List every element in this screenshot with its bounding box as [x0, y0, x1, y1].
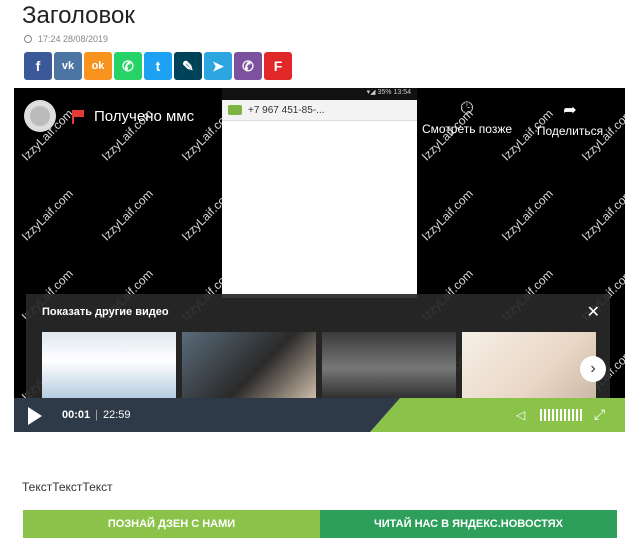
video-thumbnail[interactable]: [322, 332, 456, 404]
whatsapp-share-button[interactable]: ✆: [114, 52, 142, 80]
twitter-icon: t: [155, 58, 161, 74]
duration: 22:59: [103, 409, 131, 421]
clock-icon: 🕒︎: [460, 100, 474, 117]
watermark-text: IzzyLaif.com: [418, 186, 476, 244]
volume-slider[interactable]: [540, 409, 582, 421]
vk-share-button[interactable]: vk: [54, 52, 82, 80]
watermark-text: IzzyLaif.com: [498, 186, 556, 244]
viber-icon: ✆: [242, 57, 254, 74]
video-phone-frame: ▾◢ 35% 13:54 +7 967 451-85-...: [222, 88, 417, 298]
share-video-button[interactable]: ➦ Поделиться: [520, 100, 620, 138]
telegram-icon: ➤: [212, 57, 224, 74]
whatsapp-icon: ✆: [122, 57, 134, 74]
phone-header: +7 967 451-85-...: [222, 100, 417, 121]
zen-button[interactable]: ПОЗНАЙ ДЗЕН С НАМИ: [23, 510, 320, 538]
flipboard-icon: F: [273, 58, 283, 74]
share-bar: f vk ok ✆ t ✎ ➤ ✆ F: [24, 52, 292, 80]
facebook-share-button[interactable]: f: [24, 52, 52, 80]
twitter-share-button[interactable]: t: [144, 52, 172, 80]
telegram-share-button[interactable]: ➤: [204, 52, 232, 80]
play-icon[interactable]: [28, 407, 42, 425]
watch-later-button[interactable]: 🕒︎ Смотреть позже: [417, 100, 517, 136]
current-time: 00:01: [62, 409, 91, 421]
flipboard-share-button[interactable]: F: [264, 52, 292, 80]
more-videos-panel: Показать другие видео ✕ ›: [26, 294, 610, 404]
clock-icon: [24, 35, 32, 43]
video-player[interactable]: IzzyLaif.com IzzyLaif.com IzzyLaif.com Izzy…: [14, 88, 625, 432]
article-meta: 17:24 28/08/2019: [24, 34, 108, 44]
yandex-news-button[interactable]: ЧИТАЙ НАС В ЯНДЕКС.НОВОСТЯХ: [320, 510, 617, 538]
player-control-bar: 00:01 | 22:59 ◁ ⤢: [14, 398, 625, 432]
viber-share-button[interactable]: ✆: [234, 52, 262, 80]
ok-share-button[interactable]: ok: [84, 52, 112, 80]
watch-later-label: Смотреть позже: [421, 122, 513, 136]
video-title[interactable]: Получено ммс: [94, 108, 194, 125]
livejournal-share-button[interactable]: ✎: [174, 52, 202, 80]
fullscreen-icon[interactable]: ⤢: [594, 406, 605, 423]
share-arrow-icon: ➦: [563, 102, 577, 119]
video-thumbnail[interactable]: [462, 332, 596, 404]
watermark-text: IzzyLaif.com: [98, 186, 156, 244]
share-video-label: Поделиться: [536, 124, 604, 138]
watermark-text: IzzyLaif.com: [18, 186, 76, 244]
article-datetime: 17:24 28/08/2019: [38, 34, 109, 44]
chevron-right-icon[interactable]: ›: [580, 356, 606, 382]
close-icon[interactable]: ✕: [587, 302, 600, 322]
vk-icon: vk: [61, 60, 75, 72]
watermark-text: IzzyLaif.com: [578, 186, 625, 244]
phone-status-bar: ▾◢ 35% 13:54: [222, 88, 417, 100]
sms-icon: [228, 105, 242, 115]
more-videos-title: Показать другие видео: [42, 306, 169, 318]
video-thumbnails: [42, 332, 596, 404]
control-bar-accent: [370, 398, 625, 432]
time-display: 00:01 | 22:59: [62, 409, 131, 421]
facebook-icon: f: [35, 58, 41, 74]
article-body: ТекстТекстТекст: [22, 480, 113, 494]
phone-number: +7 967 451-85-...: [248, 104, 325, 116]
page-title: Заголовок: [22, 2, 135, 29]
channel-avatar[interactable]: [24, 100, 56, 132]
video-thumbnail[interactable]: [42, 332, 176, 404]
flag-icon: [72, 110, 84, 124]
livejournal-icon: ✎: [182, 57, 194, 74]
video-thumbnail[interactable]: [182, 332, 316, 404]
ok-icon: ok: [91, 60, 105, 72]
volume-icon[interactable]: ◁: [516, 408, 525, 422]
